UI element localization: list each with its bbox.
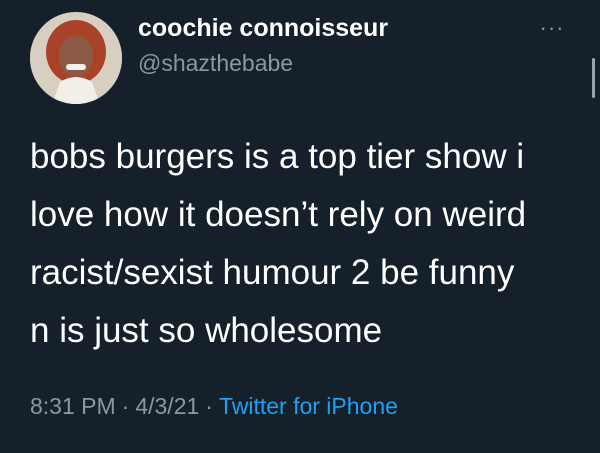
meta-separator: · <box>121 393 130 419</box>
user-handle[interactable]: @shazthebabe <box>138 50 293 77</box>
tweet-text-line: racist/sexist humour 2 be funny <box>30 253 515 292</box>
tweet-text-line: bobs burgers is a top tier show i <box>30 137 525 176</box>
tweet-text-line: love how it doesn’t rely on weird <box>30 195 527 234</box>
tweet-time: 8:31 PM <box>30 393 116 419</box>
tweet-date: 4/3/21 <box>135 393 200 419</box>
tweet-card: coochie connoisseur @shazthebabe ··· bob… <box>0 0 600 453</box>
display-name[interactable]: coochie connoisseur <box>138 14 388 43</box>
scrollbar[interactable] <box>592 58 595 98</box>
tweet-text: bobs burgers is a top tier show i love h… <box>30 128 582 360</box>
avatar-image <box>30 12 122 104</box>
meta-separator: · <box>205 393 213 419</box>
avatar[interactable] <box>30 12 122 104</box>
more-options-icon[interactable]: ··· <box>532 16 572 40</box>
tweet-meta: 8:31 PM · 4/3/21 · Twitter for iPhone <box>30 393 398 420</box>
tweet-source-link[interactable]: Twitter for iPhone <box>219 393 398 419</box>
tweet-text-line: n is just so wholesome <box>30 311 383 350</box>
